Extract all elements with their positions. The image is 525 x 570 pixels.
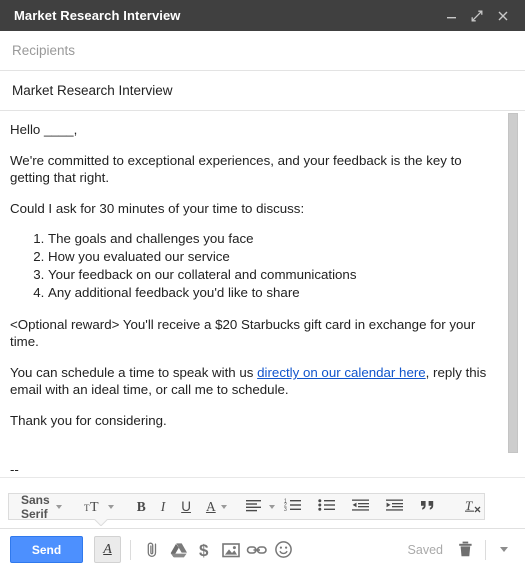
outdent-icon <box>351 498 372 516</box>
body-schedule-paragraph: You can schedule a time to speak with us… <box>10 364 499 398</box>
paperclip-icon <box>144 540 162 560</box>
minimize-button[interactable] <box>439 5 463 27</box>
body-scrollbar-thumb[interactable] <box>508 113 518 453</box>
insert-drive-button[interactable] <box>166 537 192 563</box>
list-item: The goals and challenges you face <box>48 230 499 248</box>
align-left-icon <box>245 498 265 516</box>
saved-status: Saved <box>407 542 443 557</box>
numbered-list-button[interactable]: 1 2 3 <box>277 495 311 518</box>
close-icon <box>498 11 508 20</box>
insert-link-button[interactable] <box>244 537 270 563</box>
subject-row[interactable]: Market Research Interview <box>0 71 525 111</box>
svg-text:$: $ <box>199 541 209 560</box>
trash-icon <box>457 540 474 559</box>
action-bar-divider <box>485 539 486 560</box>
text-format-icon: A <box>103 542 112 557</box>
quote-icon <box>420 498 440 516</box>
body-closing: Thank you for considering. <box>10 413 167 428</box>
insert-emoji-button[interactable] <box>270 537 296 563</box>
body-reward-line: <Optional reward> You'll receive a $20 S… <box>10 317 476 349</box>
insert-money-button[interactable]: $ <box>192 537 218 563</box>
expand-icon <box>471 10 483 21</box>
chevron-down-icon <box>220 504 227 509</box>
more-options-button[interactable] <box>493 538 515 562</box>
insert-photo-button[interactable] <box>218 537 244 563</box>
send-button[interactable]: Send <box>10 536 83 563</box>
chevron-down-icon <box>107 504 114 509</box>
italic-button[interactable]: I <box>153 495 174 518</box>
font-size-button[interactable]: T T <box>80 495 118 518</box>
text-color-button[interactable]: A <box>199 495 230 518</box>
action-bar-divider <box>130 539 131 560</box>
discard-draft-button[interactable] <box>452 537 478 563</box>
font-family-label: Sans Serif <box>21 492 50 521</box>
numbered-list-icon: 1 2 3 <box>284 498 304 516</box>
font-family-selector[interactable]: Sans Serif <box>13 492 68 521</box>
underline-button[interactable]: U <box>173 495 199 518</box>
close-button[interactable] <box>491 5 515 27</box>
signature-separator: -- <box>10 462 19 477</box>
body-greeting: Hello ____, <box>10 122 78 137</box>
window-controls <box>439 5 515 27</box>
svg-text:T: T <box>90 500 99 514</box>
window-titlebar: Market Research Interview <box>0 0 525 31</box>
remove-formatting-icon: T <box>464 498 485 516</box>
attach-file-button[interactable] <box>140 537 166 563</box>
compose-action-bar: Send A $ Saved <box>0 528 525 570</box>
indent-icon <box>385 498 406 516</box>
expand-button[interactable] <box>465 5 489 27</box>
calendar-link[interactable]: directly on our calendar here <box>257 365 426 380</box>
google-drive-icon <box>169 541 189 559</box>
list-item: Any additional feedback you'd like to sh… <box>48 284 499 302</box>
list-item: Your feedback on our collateral and comm… <box>48 266 499 284</box>
schedule-prefix: You can schedule a time to speak with us <box>10 365 258 380</box>
minimize-icon <box>446 17 456 19</box>
underline-icon: U <box>181 499 191 514</box>
italic-icon: I <box>160 498 166 514</box>
emoji-smiley-icon <box>274 540 293 559</box>
align-button[interactable] <box>242 495 277 518</box>
formatting-toolbar: Sans Serif T T B I U A 1 2 3 T <box>8 492 485 521</box>
body-paragraph-1: We're committed to exceptional experienc… <box>10 153 462 185</box>
subject-input[interactable]: Market Research Interview <box>12 83 173 98</box>
message-body-text[interactable]: Hello ____, We're committed to exception… <box>0 111 525 477</box>
link-icon <box>246 542 268 558</box>
remove-formatting-button[interactable]: T <box>459 495 491 518</box>
photo-icon <box>221 541 241 559</box>
recipients-row[interactable]: Recipients <box>0 31 525 71</box>
body-discussion-list: The goals and challenges you face How yo… <box>10 230 499 302</box>
font-size-icon: T T <box>84 498 104 516</box>
body-scrollbar[interactable] <box>508 111 518 477</box>
chevron-down-icon <box>268 504 275 509</box>
message-body-area[interactable]: Hello ____, We're committed to exception… <box>0 111 525 478</box>
chevron-down-icon <box>500 547 508 552</box>
formatting-options-toggle[interactable]: A <box>94 536 121 563</box>
window-title: Market Research Interview <box>14 8 181 23</box>
dollar-sign-icon: $ <box>197 540 213 560</box>
list-item: How you evaluated our service <box>48 248 499 266</box>
bulleted-list-icon <box>318 498 338 516</box>
chevron-down-icon <box>55 504 62 509</box>
outdent-button[interactable] <box>345 495 379 518</box>
text-color-icon: A <box>205 498 216 514</box>
toolbar-pointer-notch <box>94 519 108 526</box>
quote-button[interactable] <box>413 495 447 518</box>
bulleted-list-button[interactable] <box>311 495 345 518</box>
svg-text:3: 3 <box>284 507 287 512</box>
bold-button[interactable]: B <box>130 495 153 518</box>
body-ask-intro: Could I ask for 30 minutes of your time … <box>10 201 305 216</box>
recipients-input[interactable]: Recipients <box>12 43 75 58</box>
indent-button[interactable] <box>379 495 413 518</box>
bold-icon: B <box>136 498 146 514</box>
